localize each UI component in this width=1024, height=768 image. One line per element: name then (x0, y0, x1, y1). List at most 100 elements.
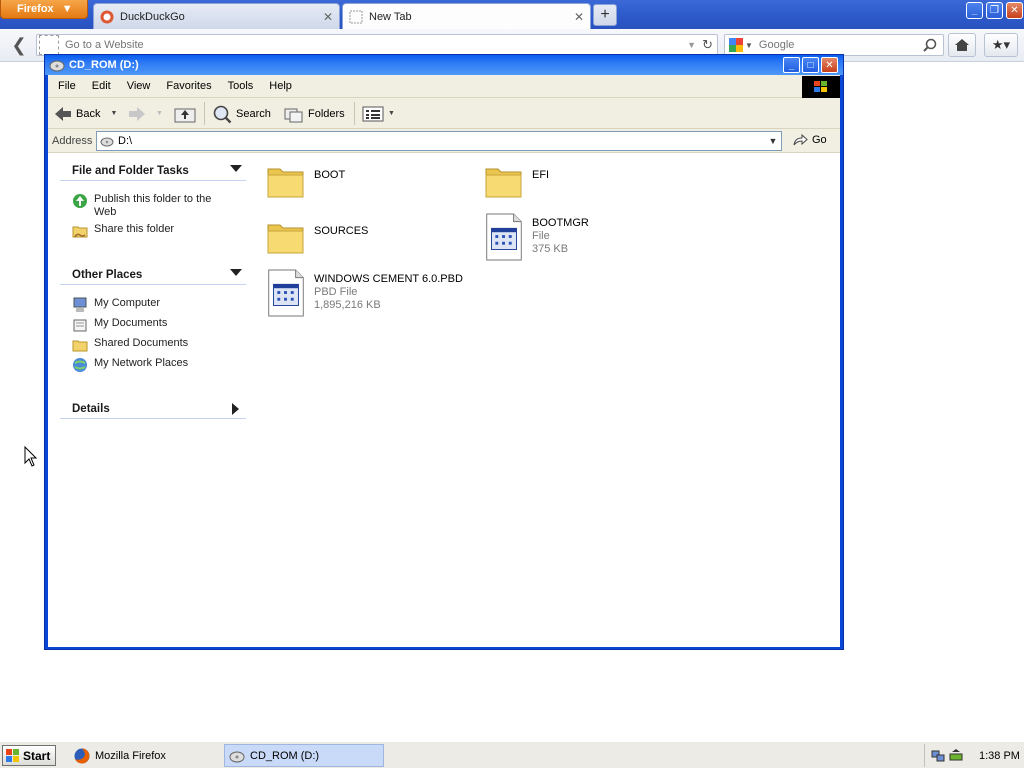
file-icon (268, 269, 304, 317)
cd-drive-icon (229, 751, 245, 762)
file-type: PBD File (314, 286, 358, 298)
up-folder-button[interactable] (174, 102, 196, 125)
taskbar-item-cd-rom[interactable]: CD_ROM (D:) (224, 744, 384, 767)
standard-toolbar: Back ▼ ▼ Search Folders ▼ (48, 98, 840, 129)
place-my-network-places[interactable]: My Network Places (72, 357, 188, 373)
task-pane: File and Folder Tasks Publish this folde… (48, 153, 256, 647)
chevron-down-icon[interactable]: ▼ (765, 132, 781, 150)
folders-icon (284, 108, 303, 122)
task-share-folder[interactable]: Share this folder (72, 223, 174, 239)
collapse-icon[interactable] (230, 269, 242, 277)
other-places-header[interactable]: Other Places (60, 265, 246, 285)
address-input[interactable] (118, 135, 781, 147)
file-item-boot[interactable]: BOOT (266, 161, 345, 201)
arrow-left-icon: ❮ (11, 34, 27, 55)
go-label: Go (812, 134, 827, 146)
new-tab-button[interactable]: + (593, 4, 617, 26)
file-item-bootmgr[interactable]: BOOTMGR File 375 KB (484, 213, 589, 261)
close-icon[interactable]: ✕ (323, 10, 333, 24)
explorer-titlebar[interactable]: CD_ROM (D:) (45, 55, 843, 75)
place-label: My Computer (94, 297, 161, 309)
start-button[interactable]: Start (2, 745, 56, 766)
details-header[interactable]: Details (60, 399, 246, 419)
my-documents-icon (73, 319, 87, 332)
minimize-button[interactable]: _ (783, 57, 800, 73)
file-name: BOOTMGR (532, 217, 589, 229)
chevron-down-icon[interactable]: ▼ (745, 41, 753, 50)
folders-label: Folders (308, 107, 345, 120)
menu-file[interactable]: File (50, 80, 84, 92)
place-shared-documents[interactable]: Shared Documents (72, 337, 188, 353)
menu-help[interactable]: Help (261, 80, 300, 92)
menu-favorites[interactable]: Favorites (158, 80, 219, 92)
file-item-windows-cement[interactable]: WINDOWS CEMENT 6.0.PBD PBD File 1,895,21… (266, 269, 463, 317)
url-bar[interactable]: ▼ ↻ (36, 34, 718, 56)
window-title: CD_ROM (D:) (69, 59, 139, 71)
bookmarks-button[interactable]: ★▾ (984, 33, 1018, 57)
windows-logo (802, 76, 840, 98)
menu-view[interactable]: View (119, 80, 159, 92)
back-button[interactable]: Back ▼ (54, 102, 117, 125)
place-my-computer[interactable]: My Computer (72, 297, 160, 313)
mouse-cursor-icon (24, 446, 38, 467)
arrow-right-icon (129, 106, 145, 121)
dropdown-arrow-icon[interactable]: ▼ (687, 40, 696, 50)
folder-icon (267, 168, 304, 198)
globe-publish-icon (73, 194, 87, 208)
file-size: 375 KB (532, 243, 569, 255)
task-publish-folder[interactable]: Publish this folder to the Web (72, 193, 222, 219)
folder-icon (267, 224, 304, 254)
search-icon (213, 105, 232, 123)
home-button[interactable] (948, 33, 976, 57)
folders-button[interactable]: Folders (284, 102, 345, 125)
restore-button[interactable]: ❐ (986, 2, 1003, 19)
explorer-window: CD_ROM (D:) _ □ ✕ File Edit View Favorit… (44, 54, 844, 650)
address-field[interactable]: ▼ (96, 131, 782, 151)
views-button[interactable]: ▼ (362, 102, 395, 125)
taskbar: Start Mozilla Firefox CD_ROM (D:) 1:38 P… (0, 741, 1024, 768)
search-bar[interactable]: ▼ (724, 34, 944, 56)
safely-remove-hardware-icon[interactable] (949, 748, 963, 763)
toolbar-separator (354, 102, 355, 125)
home-icon (955, 39, 969, 51)
forward-button[interactable]: ▼ (128, 102, 163, 125)
share-folder-icon (72, 226, 88, 238)
my-computer-icon (73, 297, 87, 312)
start-label: Start (23, 748, 51, 763)
url-input[interactable] (65, 39, 688, 51)
search-icon[interactable] (923, 38, 937, 52)
minimize-button[interactable]: _ (966, 2, 983, 19)
toolbar-separator (204, 102, 205, 125)
search-input[interactable] (758, 39, 923, 51)
file-item-efi[interactable]: EFI (484, 161, 549, 201)
reload-icon[interactable]: ↻ (702, 37, 713, 53)
file-folder-tasks-header[interactable]: File and Folder Tasks (60, 161, 246, 181)
maximize-button[interactable]: □ (802, 57, 819, 73)
go-button[interactable]: Go (792, 133, 827, 147)
network-tray-icon[interactable] (931, 749, 945, 763)
close-button[interactable]: ✕ (1006, 2, 1023, 19)
taskbar-item-firefox[interactable]: Mozilla Firefox (70, 744, 220, 767)
google-icon[interactable] (729, 38, 743, 52)
chevron-down-icon[interactable]: ▼ (110, 110, 117, 117)
firefox-menu-button[interactable]: Firefox ▼ (0, 0, 88, 19)
menu-edit[interactable]: Edit (84, 80, 119, 92)
back-button[interactable]: ❮ (5, 33, 33, 57)
close-button[interactable]: ✕ (821, 57, 838, 73)
tab-duckduckgo[interactable]: DuckDuckGo ✕ (93, 3, 340, 29)
expand-icon[interactable] (232, 403, 240, 415)
search-button[interactable]: Search (212, 102, 271, 125)
blank-page-icon (349, 10, 363, 24)
site-identity-icon (39, 35, 59, 55)
file-icon (486, 213, 522, 261)
place-my-documents[interactable]: My Documents (72, 317, 167, 333)
place-label: My Documents (94, 317, 168, 329)
close-icon[interactable]: ✕ (574, 10, 584, 24)
panel-title: File and Folder Tasks (72, 164, 189, 177)
file-item-sources[interactable]: SOURCES (266, 217, 368, 257)
task-label: Mozilla Firefox (95, 749, 166, 762)
tab-new-tab[interactable]: New Tab ✕ (342, 3, 591, 29)
file-type: File (532, 230, 550, 242)
menu-tools[interactable]: Tools (220, 80, 262, 92)
collapse-icon[interactable] (230, 165, 242, 173)
